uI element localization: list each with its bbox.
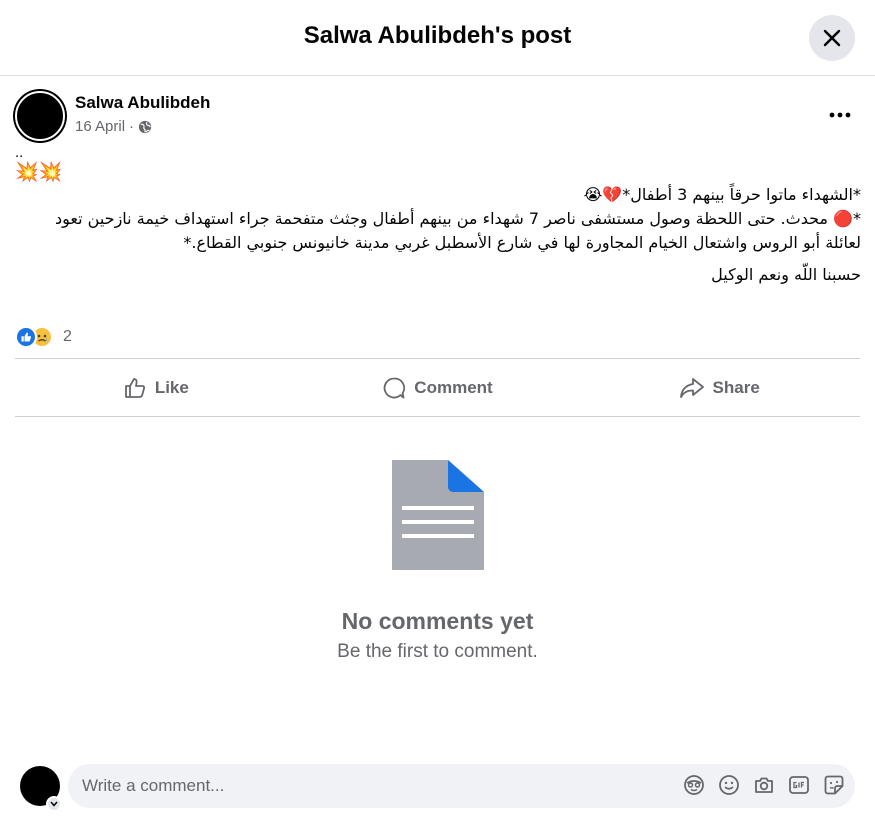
post-paragraph: *🔴 محدث. حتى اللحظة وصول مستشفى ناصر 7 ش… [55,209,861,252]
like-label: Like [154,377,189,397]
avatar-menu-button[interactable] [46,796,62,812]
share-label: Share [712,377,760,397]
post-emoji-line: 💥💥 [15,162,63,183]
close-icon [823,29,841,47]
dialog-header: Salwa Abulibdeh's post [0,0,875,76]
avatar-sticker-button[interactable] [683,774,705,796]
post-dots: .. [15,144,24,161]
empty-title: No comments yet [341,608,534,634]
more-options-button[interactable] [820,95,860,135]
sticker-button[interactable] [823,774,845,796]
thumbs-up-icon [124,377,145,398]
meta-separator: · [129,118,135,135]
comment-input[interactable] [82,764,662,808]
chevron-down-icon [50,801,58,807]
comment-box [68,764,855,808]
close-button[interactable] [809,15,855,61]
share-icon [679,377,704,398]
divider [15,416,860,417]
composer-tools [683,774,845,796]
comment-composer [0,762,875,812]
post-body: *الشهداء ماتوا حرقاً بينهم 3 أطفال*💔😭 *🔴… [15,183,861,287]
more-icon [829,112,851,118]
globe-icon [138,120,152,133]
post-meta: 16 April · [75,118,152,135]
document-icon [391,460,484,570]
post-header: Salwa Abulibdeh 16 April · [15,91,860,141]
no-comments-state: No comments yet Be the first to comment. [0,460,875,663]
dialog-title: Salwa Abulibdeh's post [303,22,572,49]
post-paragraph: حسبنا اللّه ونعم الوكيل [711,265,861,284]
emoji-icon [719,775,739,795]
author-avatar[interactable] [15,91,65,141]
like-reaction-icon [15,326,37,348]
post-date[interactable]: 16 April [75,118,125,135]
reactions-summary[interactable]: 2 [15,325,72,349]
avatar-sticker-icon [684,775,704,795]
photo-button[interactable] [753,774,775,796]
reaction-count: 2 [63,328,72,345]
post-actions: Like Comment Share [15,359,860,416]
post-paragraph: *الشهداء ماتوا حرقاً بينهم 3 أطفال*💔😭 [583,185,861,204]
share-button[interactable]: Share [578,359,860,416]
comment-label: Comment [414,377,493,397]
comment-button[interactable]: Comment [297,359,579,416]
gif-button[interactable] [788,774,810,796]
gif-icon [789,776,809,794]
author-name[interactable]: Salwa Abulibdeh [75,93,210,113]
comment-icon [383,377,406,398]
sticker-icon [824,775,844,795]
camera-icon [755,777,773,793]
emoji-button[interactable] [718,774,740,796]
empty-subtitle: Be the first to comment. [337,641,538,662]
like-button[interactable]: Like [15,359,297,416]
